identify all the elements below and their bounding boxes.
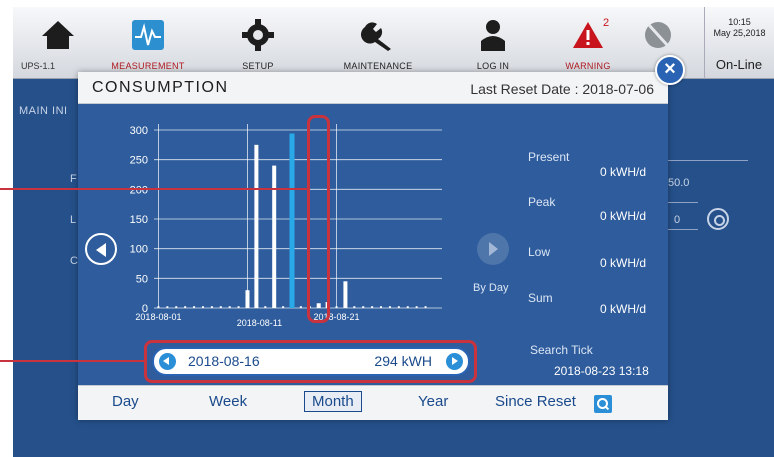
dialog-title: CONSUMPTION	[92, 79, 229, 96]
search-icon[interactable]	[707, 208, 729, 230]
search-tick-value: 2018-08-23 13:18	[554, 364, 649, 378]
highlighted-bar-callout	[307, 115, 330, 323]
chart-bar	[219, 306, 222, 308]
close-button[interactable]: ×	[655, 55, 685, 85]
nav-label: LOG IN	[476, 61, 510, 71]
next-period-button[interactable]	[477, 233, 509, 265]
chart-bar	[157, 306, 160, 308]
y-tick-label: 50	[136, 273, 148, 285]
chart-bar	[371, 306, 374, 308]
bg-divider	[668, 229, 698, 230]
chart-grid	[154, 124, 442, 309]
nav-label: SETUP	[242, 61, 274, 71]
consumption-chart[interactable]: 050100150200250300 2018-08-012018-08-112…	[112, 116, 442, 356]
stat-sum-label: Sum	[528, 291, 553, 305]
chart-bar	[362, 306, 365, 308]
nav-setup[interactable]: SETUP	[213, 7, 303, 79]
nav-measurement[interactable]: MEASUREMENT	[103, 7, 193, 79]
nav-label: MAINTENANCE	[343, 61, 413, 71]
stat-low-label: Low	[528, 245, 551, 259]
bg-row-label: C	[70, 255, 78, 267]
chart-bar	[201, 306, 204, 308]
callout-leader-line	[0, 360, 146, 362]
nav-label: MEASUREMENT	[111, 61, 185, 71]
nav-login[interactable]: LOG IN	[448, 7, 538, 79]
chart-bar	[245, 290, 250, 308]
x-tick-label: 2018-08-01	[135, 312, 181, 322]
wrench-icon	[361, 22, 391, 51]
chart-bar-highlighted	[289, 133, 295, 308]
clock-time: 10:15	[728, 17, 751, 27]
search-tick-label: Search Tick	[530, 343, 593, 357]
nav-maintenance[interactable]: MAINTENANCE	[333, 7, 423, 79]
stat-present-value: 0 kWH/d	[600, 165, 647, 179]
chart-bar	[406, 306, 409, 308]
chart-bar	[254, 144, 259, 308]
chart-bar	[228, 306, 231, 308]
stat-sum-value: 0 kWH/d	[600, 302, 647, 316]
previous-period-button[interactable]	[85, 233, 117, 265]
tab-day[interactable]: Day	[112, 393, 139, 410]
chart-bar	[380, 306, 383, 308]
y-tick-label: 100	[130, 244, 148, 256]
by-day-label: By Day	[473, 282, 509, 294]
last-reset-date: Last Reset Date : 2018-07-06	[470, 81, 654, 97]
chart-bar	[272, 165, 277, 308]
stat-low-value: 0 kWH/d	[600, 256, 647, 270]
period-tab-bar: Day Week Month Year Since Reset	[78, 385, 668, 420]
chart-bar	[175, 306, 178, 308]
chart-bar	[343, 281, 348, 308]
chart-bar	[335, 306, 338, 308]
chart-bar	[237, 306, 240, 308]
warning-icon	[573, 22, 603, 48]
waveform-icon	[132, 20, 164, 50]
bg-divider	[668, 202, 698, 203]
mute-icon	[645, 22, 671, 48]
chart-bar	[210, 306, 213, 308]
gear-icon	[242, 19, 274, 51]
selection-callout	[144, 340, 477, 383]
y-tick-label: 300	[130, 125, 148, 137]
stat-peak-value: 0 kWH/d	[600, 209, 647, 223]
home-icon	[42, 21, 74, 49]
y-tick-label: 250	[130, 155, 148, 167]
y-tick-label: 200	[130, 184, 148, 196]
chart-bar	[415, 306, 418, 308]
chart-bar	[264, 306, 267, 308]
status-online: On-Line	[715, 57, 763, 72]
home-button[interactable]	[13, 7, 103, 79]
tab-month[interactable]: Month	[304, 391, 362, 412]
chart-bar	[166, 306, 169, 308]
chart-bar	[193, 306, 196, 308]
callout-leader-line	[0, 188, 309, 190]
chart-bar	[282, 306, 285, 308]
warning-count-badge: 2	[603, 17, 610, 29]
bg-row-label: L	[70, 214, 77, 226]
tab-week[interactable]: Week	[209, 393, 247, 410]
main-input-label: MAIN INI	[19, 105, 68, 117]
chart-bar	[388, 306, 391, 308]
tab-year[interactable]: Year	[418, 393, 448, 410]
chart-bar	[353, 306, 356, 308]
bg-value: 0	[674, 214, 681, 226]
dialog-header: CONSUMPTION Last Reset Date : 2018-07-06	[78, 72, 668, 104]
tab-since-reset[interactable]: Since Reset	[495, 393, 576, 410]
bg-divider	[668, 160, 748, 161]
y-tick-label: 150	[130, 214, 148, 226]
x-tick-label: 2018-08-11	[237, 318, 282, 328]
chart-bar	[397, 306, 400, 308]
bg-value: 50.0	[668, 177, 690, 189]
chart-bar	[424, 306, 427, 308]
clock-date: May 25,2018	[713, 28, 766, 38]
bg-row-label: F	[70, 173, 77, 185]
chart-bar	[184, 306, 187, 308]
user-icon	[481, 20, 505, 51]
chart-y-axis: 050100150200250300	[130, 125, 148, 315]
stat-peak-label: Peak	[528, 195, 556, 209]
chart-bar	[299, 306, 302, 308]
search-icon[interactable]	[594, 395, 612, 413]
stat-present-label: Present	[528, 150, 570, 164]
